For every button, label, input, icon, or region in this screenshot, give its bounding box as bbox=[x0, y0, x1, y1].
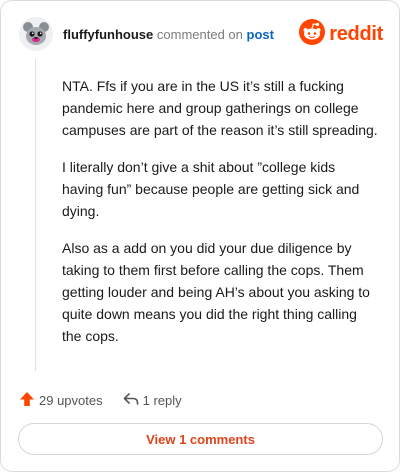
comment-paragraph: Also as a add on you did your due dilige… bbox=[62, 240, 370, 344]
comment-card: fluffyfunhouse commented on post reddit bbox=[0, 0, 400, 472]
commented-on-text: commented on bbox=[156, 27, 243, 42]
reply-count: 1 reply bbox=[142, 392, 182, 408]
upvote-count: 29 upvotes bbox=[39, 392, 103, 408]
reddit-logo[interactable]: reddit bbox=[299, 18, 383, 50]
upvote-button[interactable]: 29 upvotes bbox=[19, 391, 103, 410]
reply-button[interactable]: 1 reply bbox=[123, 391, 182, 410]
view-comments-button[interactable]: View 1 comments bbox=[18, 423, 383, 455]
comment-paragraph: NTA. Ffs if you are in the US it’s still… bbox=[62, 78, 378, 138]
reply-arrow-icon bbox=[123, 391, 139, 410]
reddit-logo-icon bbox=[299, 18, 326, 50]
reddit-wordmark: reddit bbox=[329, 22, 383, 45]
thread-line[interactable] bbox=[35, 59, 36, 371]
post-link[interactable]: post bbox=[247, 27, 274, 42]
comment-paragraph: I literally don’t give a shit about ”col… bbox=[62, 159, 360, 219]
comment-header: fluffyfunhouse commented on post reddit bbox=[19, 17, 383, 53]
comment-actions: 29 upvotes 1 reply bbox=[19, 390, 182, 410]
comment-body: NTA. Ffs if you are in the US it’s still… bbox=[62, 75, 380, 362]
upvote-arrow-icon bbox=[19, 391, 35, 410]
user-avatar-icon[interactable] bbox=[19, 17, 53, 51]
comment-byline: fluffyfunhouse commented on post bbox=[63, 27, 274, 42]
username-link[interactable]: fluffyfunhouse bbox=[63, 27, 153, 42]
